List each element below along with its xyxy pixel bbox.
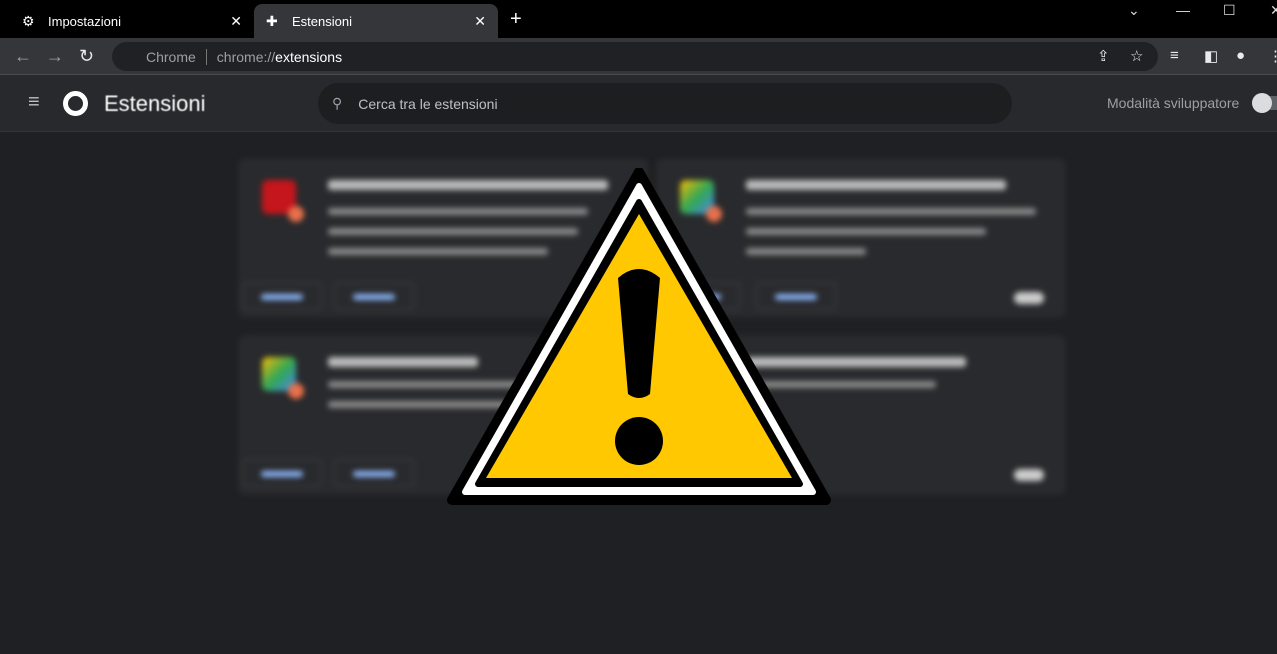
details-button[interactable] — [242, 459, 322, 487]
remove-button[interactable] — [334, 282, 414, 310]
reload-button[interactable]: ↻ — [79, 46, 94, 67]
new-tab-button[interactable]: + — [510, 8, 522, 31]
remove-button[interactable] — [334, 459, 414, 487]
url-prefix: chrome:// — [216, 48, 276, 65]
tab-estensioni[interactable]: ✚ Estensioni ✕ — [254, 4, 498, 38]
warning-triangle-icon — [447, 168, 831, 505]
back-button[interactable]: ← — [14, 46, 32, 67]
enable-toggle[interactable] — [1014, 469, 1044, 481]
forward-button[interactable]: → — [46, 46, 64, 67]
menu-icon[interactable]: ⋮ — [1268, 47, 1277, 65]
details-button[interactable] — [242, 282, 322, 310]
tab-strip: ⚙ Impostazioni ✕ ✚ Estensioni ✕ + ⌄ — ☐ … — [0, 0, 1277, 38]
warning-badge-icon — [288, 206, 304, 222]
tab-search-chevron-icon[interactable]: ⌄ — [1128, 2, 1140, 19]
extensions-header: ≡ Estensioni ⚲ Cerca tra le estensioni M… — [0, 75, 1277, 132]
divider — [205, 48, 207, 65]
hamburger-menu-icon[interactable]: ≡ — [28, 91, 40, 114]
close-window-button[interactable]: ✕ — [1270, 2, 1277, 19]
tab-label: Impostazioni — [48, 13, 121, 29]
dev-mode-label: Modalità sviluppatore — [1107, 95, 1240, 111]
toolbar: ← → ↻ Chrome chrome://extensions ⇪ ☆ ≡ ◧… — [0, 38, 1277, 75]
gear-icon: ⚙ — [22, 12, 35, 29]
share-icon[interactable]: ⇪ — [1097, 47, 1110, 65]
site-label: Chrome — [146, 48, 196, 65]
close-tab-icon[interactable]: ✕ — [230, 13, 242, 30]
enable-toggle[interactable] — [1014, 292, 1044, 304]
media-icon[interactable]: ≡ — [1170, 47, 1179, 64]
profile-icon[interactable]: ● — [1236, 47, 1245, 64]
maximize-button[interactable]: ☐ — [1223, 2, 1236, 19]
tab-impostazioni[interactable]: ⚙ Impostazioni ✕ — [10, 4, 254, 38]
side-panel-icon[interactable]: ◧ — [1204, 47, 1218, 65]
page-title: Estensioni — [104, 91, 206, 116]
minimize-button[interactable]: — — [1176, 2, 1190, 18]
chrome-logo-icon — [63, 91, 88, 116]
puzzle-icon: ✚ — [266, 12, 278, 29]
warning-badge-icon — [288, 383, 304, 399]
search-input[interactable]: ⚲ Cerca tra le estensioni — [318, 83, 1012, 124]
close-tab-icon[interactable]: ✕ — [474, 13, 486, 30]
dev-mode-toggle[interactable] — [1252, 93, 1277, 113]
tab-label: Estensioni — [292, 13, 352, 29]
address-bar[interactable]: Chrome chrome://extensions ⇪ ☆ — [112, 42, 1158, 71]
search-placeholder: Cerca tra le estensioni — [358, 95, 498, 112]
star-icon[interactable]: ☆ — [1130, 47, 1143, 65]
search-icon: ⚲ — [332, 95, 343, 111]
url-path: extensions — [275, 48, 343, 65]
